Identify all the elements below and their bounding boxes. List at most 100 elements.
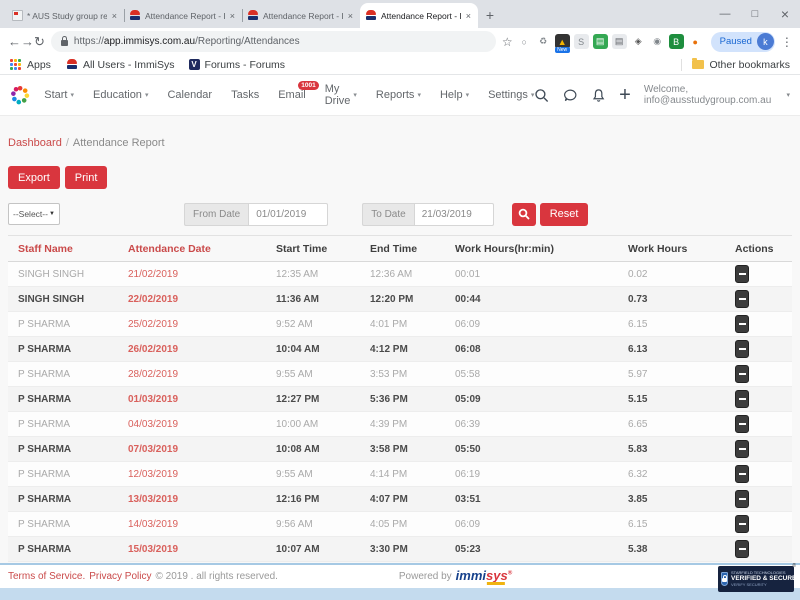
nav-item-label: Settings — [488, 89, 528, 101]
row-actions-button[interactable] — [735, 340, 749, 358]
actions-cell — [735, 265, 792, 283]
start-time: 11:36 AM — [276, 294, 370, 305]
reload-icon[interactable]: ↻ — [34, 34, 45, 50]
nav-item-calendar[interactable]: Calendar — [167, 89, 212, 101]
tab-close-icon[interactable]: × — [111, 11, 118, 21]
nav-item-start[interactable]: Start▾ — [44, 89, 74, 101]
extension-b-icon[interactable]: B — [669, 34, 684, 49]
browser-menu-icon[interactable]: ⋮ — [781, 35, 793, 49]
end-time: 4:07 PM — [370, 494, 455, 505]
row-actions-button[interactable] — [735, 265, 749, 283]
extension-s-icon[interactable]: S — [574, 34, 589, 49]
close-icon[interactable]: × — [770, 6, 800, 22]
bookmark-item[interactable]: VForums - Forums — [189, 59, 286, 71]
nav-item-education[interactable]: Education▾ — [93, 89, 148, 101]
nav-menu: Start▾ Education▾ Calendar Tasks Email1001 My… — [44, 83, 534, 107]
url-host: app.immisys.com.au — [104, 36, 195, 47]
to-date-input[interactable] — [414, 203, 494, 226]
row-actions-button[interactable] — [735, 490, 749, 508]
extension-circle-icon[interactable]: ○ — [517, 34, 532, 49]
staff-name: SINGH SINGH — [18, 294, 128, 305]
apps-grid-icon[interactable] — [10, 59, 21, 70]
row-actions-button[interactable] — [735, 390, 749, 408]
table-row: P SHARMA01/03/201912:27 PM5:36 PM05:095.… — [8, 387, 792, 412]
bookmark-apps-label[interactable]: Apps — [27, 59, 51, 71]
extension-recycle-icon[interactable]: ♻ — [536, 34, 551, 49]
forward-icon[interactable]: → — [21, 34, 34, 49]
work-hours: 5.15 — [628, 394, 735, 405]
from-date-group: From Date — [184, 203, 328, 226]
nav-item-my-drive[interactable]: My Drive▾ — [325, 83, 357, 107]
other-bookmarks[interactable]: Other bookmarks — [681, 59, 790, 71]
nav-item-label: My Drive — [325, 83, 351, 107]
row-actions-button[interactable] — [735, 290, 749, 308]
nav-item-email[interactable]: Email1001 — [278, 89, 306, 101]
extension-doc-grey-icon[interactable]: ▤ — [612, 34, 627, 49]
bookmark-item[interactable]: All Users - ImmiSys — [67, 59, 175, 71]
terms-link[interactable]: Terms of Service. — [8, 571, 85, 582]
row-actions-button[interactable] — [735, 365, 749, 383]
tab-close-icon[interactable]: × — [347, 11, 354, 21]
immisys-logo-icon[interactable] — [10, 80, 30, 110]
browser-tab[interactable]: * AUS Study group reporting tha× — [6, 3, 124, 28]
browser-tab[interactable]: Attendance Report - ImmiSys × — [242, 3, 360, 28]
verified-secured-seal[interactable]: STARFIELD TECHNOLOGIES VERIFIED & SECURE… — [718, 566, 794, 592]
work-hours: 5.38 — [628, 544, 735, 555]
row-actions-button[interactable] — [735, 440, 749, 458]
row-actions-button[interactable] — [735, 465, 749, 483]
nav-item-tasks[interactable]: Tasks — [231, 89, 259, 101]
start-time: 12:16 PM — [276, 494, 370, 505]
nav-item-settings[interactable]: Settings▾ — [488, 89, 534, 101]
minimize-icon[interactable]: — — [710, 8, 740, 20]
nav-item-reports[interactable]: Reports▾ — [376, 89, 421, 101]
row-actions-button[interactable] — [735, 315, 749, 333]
end-time: 4:39 PM — [370, 419, 455, 430]
extension-gear-icon[interactable]: ◈ — [631, 34, 646, 49]
welcome-label: Welcome, info@ausstudygroup.com.au — [644, 84, 783, 106]
extension-flame-icon[interactable]: ● — [688, 34, 703, 49]
attendance-date: 21/02/2019 — [128, 269, 276, 280]
add-icon[interactable]: + — [619, 86, 631, 104]
extension-doc-green-icon[interactable]: ▤ — [593, 34, 608, 49]
back-icon[interactable]: ← — [8, 34, 21, 49]
row-actions-button[interactable] — [735, 540, 749, 558]
new-tab-button[interactable]: + — [478, 3, 502, 27]
seal-subtitle: VERIFY SECURITY — [731, 583, 800, 587]
browser-tab[interactable]: Attendance Report - ImmiSys× — [124, 3, 242, 28]
staff-select-dropdown[interactable]: --Select-- ▼ — [8, 203, 60, 225]
extension-new-icon[interactable]: ▲New — [555, 34, 570, 49]
row-actions-button[interactable] — [735, 415, 749, 433]
search-icon[interactable] — [534, 86, 549, 105]
profile-chip[interactable]: Paused k — [711, 32, 775, 52]
page-favicon-icon — [12, 10, 23, 21]
nav-item-help[interactable]: Help▾ — [440, 89, 469, 101]
bell-icon[interactable] — [591, 86, 606, 105]
export-button[interactable]: Export — [8, 166, 60, 189]
chat-icon[interactable] — [563, 86, 578, 105]
table-row: P SHARMA04/03/201910:00 AM4:39 PM06:396.… — [8, 412, 792, 437]
search-button[interactable] — [512, 203, 536, 226]
staff-name: P SHARMA — [18, 544, 128, 555]
from-date-input[interactable] — [248, 203, 328, 226]
profile-avatar[interactable]: k — [757, 33, 774, 50]
url-input[interactable]: https://app.immisys.com.au/Reporting/Att… — [51, 31, 496, 52]
tab-close-icon[interactable]: × — [465, 11, 472, 21]
search-icon — [518, 208, 530, 220]
breadcrumb-dashboard-link[interactable]: Dashboard — [8, 137, 62, 149]
table-body: SINGH SINGH21/02/201912:35 AM12:36 AM00:… — [8, 262, 792, 562]
extension-camera-icon[interactable]: ◉ — [650, 34, 665, 49]
attendance-date: 15/03/2019 — [128, 544, 276, 555]
bookmark-star-icon[interactable]: ☆ — [502, 35, 513, 49]
row-actions-button[interactable] — [735, 515, 749, 533]
browser-tab-active[interactable]: Attendance Report - ImmiSys× — [360, 3, 478, 28]
col-work-hours-min: Work Hours(hr:min) — [455, 243, 628, 255]
maximize-icon[interactable]: □ — [740, 8, 770, 20]
filter-row: --Select-- ▼ From Date To Date Reset — [8, 202, 792, 226]
user-menu[interactable]: Welcome, info@ausstudygroup.com.au ▾ — [644, 84, 790, 106]
privacy-link[interactable]: Privacy Policy — [89, 571, 151, 582]
reset-button[interactable]: Reset — [540, 203, 589, 226]
print-button[interactable]: Print — [65, 166, 108, 189]
tab-close-icon[interactable]: × — [229, 11, 236, 21]
tab-title: Attendance Report - ImmiSys — [263, 11, 343, 21]
staff-name: P SHARMA — [18, 394, 128, 405]
